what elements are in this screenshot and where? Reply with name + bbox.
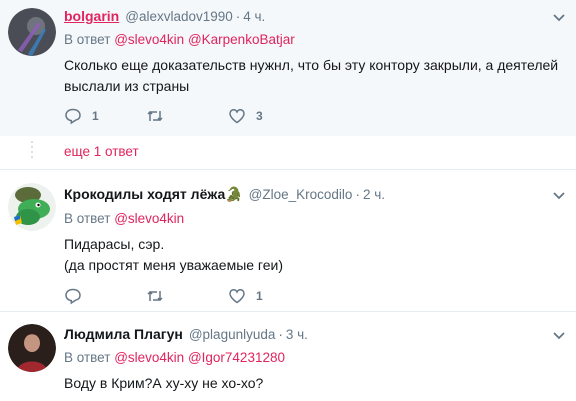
mention-link[interactable]: @slevo4kin — [114, 32, 184, 47]
retweet-button[interactable] — [146, 287, 228, 305]
reply-context: В ответ @slevo4kin @KarpenkoBatjar — [64, 32, 295, 47]
tweet-text-line: Сколько еще доказательств нужнл, что бы … — [64, 57, 559, 73]
tweet-header: Людмила Плагун @plagunlyuda · 3 ч. — [64, 326, 546, 346]
user-handle[interactable]: @alexvladov1990 — [125, 9, 233, 24]
mention-link[interactable]: @Igor74231280 — [188, 350, 285, 365]
user-name[interactable]: Крокодилы ходят лёжа🐊 — [64, 186, 243, 203]
tweet-plagunlyuda[interactable]: Людмила Плагун @plagunlyuda · 3 ч. В отв… — [0, 313, 576, 401]
timestamp[interactable]: 2 ч. — [363, 187, 385, 202]
like-icon — [229, 109, 245, 124]
like-count: 1 — [256, 289, 263, 303]
separator-dot: · — [355, 187, 360, 202]
caret-down-icon[interactable] — [552, 10, 566, 24]
reply-icon — [65, 108, 81, 125]
avatar[interactable] — [8, 324, 56, 372]
tweet-text-line: Воду в Крим?А ху-ху не хо-хо? — [64, 375, 264, 391]
user-handle[interactable]: @plagunlyuda — [189, 327, 276, 342]
tweet-text-line: (да простят меня уважаемые геи) — [64, 257, 284, 273]
more-replies-row[interactable]: еще 1 ответ — [0, 136, 576, 170]
mention-link[interactable]: @slevo4kin — [114, 211, 184, 226]
tweet-header: Крокодилы ходят лёжа🐊 @Zloe_Krocodilo · … — [64, 186, 546, 206]
tweet-text: Сколько еще доказательств нужнл, что бы … — [64, 55, 560, 97]
tweet-krocodilo[interactable]: Крокодилы ходят лёжа🐊 @Zloe_Krocodilo · … — [0, 171, 576, 312]
tweet-text: Пидарасы, сэр. (да простят меня уважаемы… — [64, 234, 560, 276]
user-handle[interactable]: @Zloe_Krocodilo — [249, 187, 353, 202]
user-name[interactable]: Людмила Плагун — [64, 326, 183, 342]
retweet-icon — [147, 110, 163, 122]
like-button[interactable]: 3 — [228, 107, 310, 125]
tweet-header: bolgarin @alexvladov1990 · 4 ч. — [64, 8, 546, 28]
avatar[interactable] — [8, 8, 56, 56]
reply-icon — [65, 288, 81, 305]
tweet-actions: 1 3 — [64, 107, 310, 125]
user-name[interactable]: bolgarin — [64, 8, 119, 24]
timestamp[interactable]: 4 ч. — [243, 9, 265, 24]
mention-link[interactable]: @slevo4kin — [114, 350, 184, 365]
more-replies-link[interactable]: еще 1 ответ — [64, 144, 139, 159]
reply-button[interactable]: 1 — [64, 107, 146, 125]
mention-link[interactable]: @KarpenkoBatjar — [188, 32, 295, 47]
tweet-text-line: выслали из страны — [64, 78, 190, 94]
like-button[interactable]: 1 — [228, 287, 310, 305]
reply-context: В ответ @slevo4kin — [64, 211, 184, 226]
reply-prefix: В ответ — [64, 211, 111, 226]
retweet-button[interactable] — [146, 107, 228, 125]
tweet-bolgarin[interactable]: bolgarin @alexvladov1990 · 4 ч. В ответ … — [0, 0, 576, 136]
reply-prefix: В ответ — [64, 32, 111, 47]
reply-button[interactable] — [64, 287, 146, 305]
separator-dot: · — [278, 327, 283, 342]
avatar[interactable] — [8, 183, 56, 231]
tweet-text-line: Пидарасы, сэр. — [64, 236, 165, 252]
tweet-text: Воду в Крим?А ху-ху не хо-хо? — [64, 373, 560, 394]
tweet-actions: 1 — [64, 287, 310, 305]
retweet-icon — [147, 290, 163, 302]
reply-count: 1 — [92, 109, 99, 123]
reply-prefix: В ответ — [64, 350, 111, 365]
reply-context: В ответ @slevo4kin @Igor74231280 — [64, 350, 285, 365]
caret-down-icon[interactable] — [552, 188, 566, 202]
timestamp[interactable]: 3 ч. — [286, 327, 308, 342]
like-count: 3 — [256, 109, 263, 123]
caret-down-icon[interactable] — [552, 328, 566, 342]
like-icon — [229, 289, 245, 304]
separator-dot: · — [235, 9, 241, 24]
thread-connector — [30, 141, 34, 161]
